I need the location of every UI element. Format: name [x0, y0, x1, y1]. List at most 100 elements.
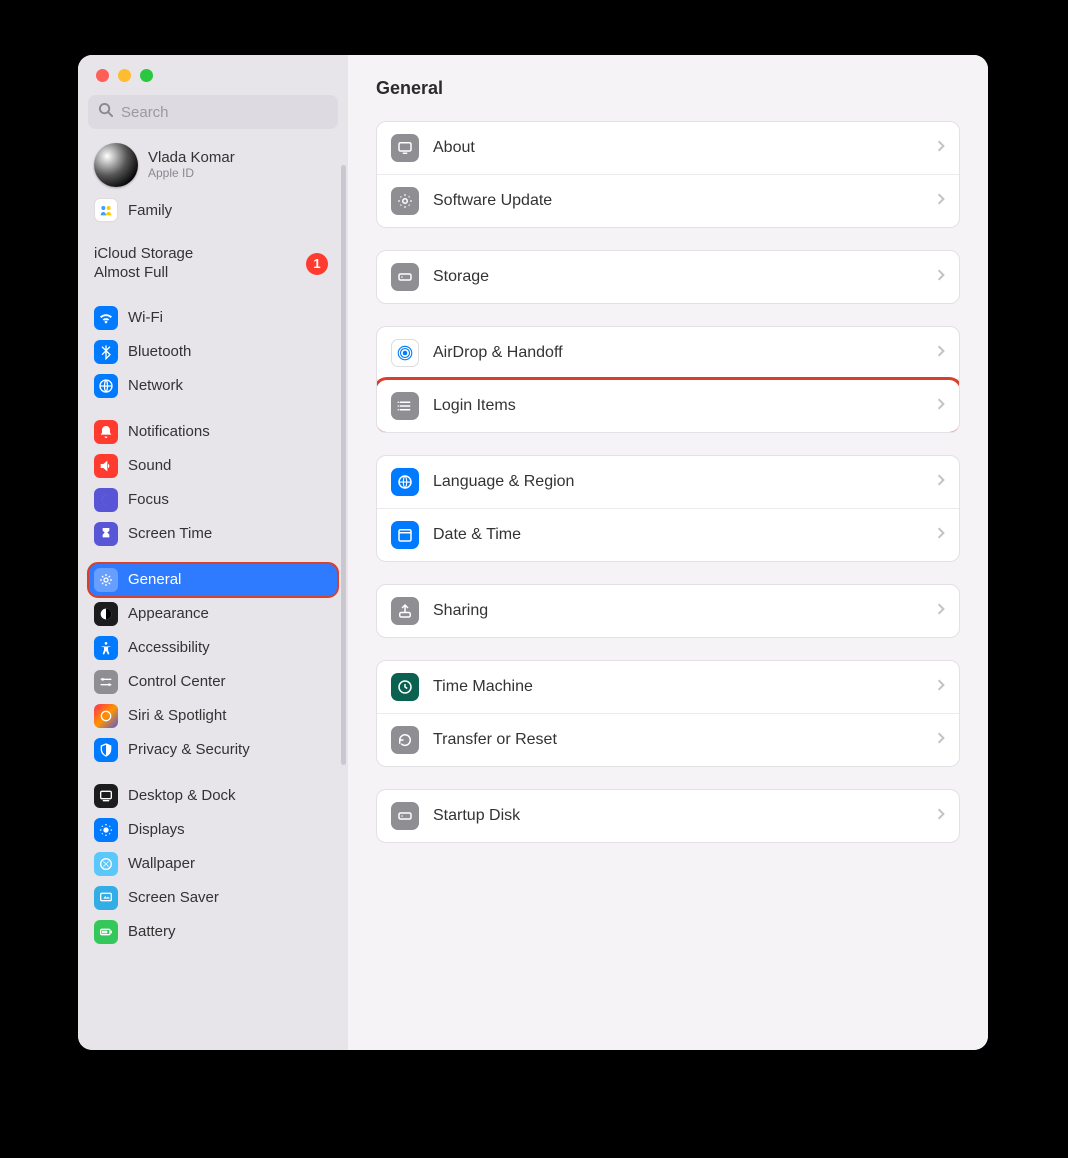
row-about[interactable]: About: [377, 122, 959, 174]
focus-icon: [94, 488, 118, 512]
search-field[interactable]: [88, 95, 338, 129]
settings-group: Sharing: [376, 584, 960, 638]
row-storage[interactable]: Storage: [377, 251, 959, 303]
settings-window: Vlada Komar Apple ID Family iCloud Stora…: [78, 55, 988, 1050]
airdrop-icon: [391, 339, 419, 367]
chevron-right-icon: [937, 731, 945, 750]
sidebar-item-accessibility[interactable]: Accessibility: [88, 631, 338, 665]
settings-group: About Software Update: [376, 121, 960, 228]
sidebar-item-appearance[interactable]: Appearance: [88, 597, 338, 631]
bluetooth-icon: [94, 340, 118, 364]
row-label: Time Machine: [433, 678, 923, 696]
sidebar-item-wifi[interactable]: Wi-Fi: [88, 301, 338, 335]
account-name: Vlada Komar: [148, 150, 235, 167]
sidebar-item-label: Network: [128, 377, 183, 394]
search-icon: [98, 102, 113, 122]
row-label: Storage: [433, 268, 923, 286]
chevron-right-icon: [937, 473, 945, 492]
window-controls: [78, 55, 348, 95]
chevron-right-icon: [937, 344, 945, 363]
search-input[interactable]: [119, 103, 328, 122]
page-title: General: [376, 78, 443, 99]
chevron-right-icon: [937, 678, 945, 697]
storage-alert-line2: Almost Full: [94, 264, 193, 283]
sidebar-item-privacy-security[interactable]: Privacy & Security: [88, 733, 338, 767]
general-icon: [94, 568, 118, 592]
screen-saver-icon: [94, 886, 118, 910]
sidebar-item-screen-saver[interactable]: Screen Saver: [88, 881, 338, 915]
sidebar-item-label: Accessibility: [128, 639, 210, 656]
sidebar-item-label: Wallpaper: [128, 855, 195, 872]
privacy-icon: [94, 738, 118, 762]
row-airdrop-handoff[interactable]: AirDrop & Handoff: [377, 327, 959, 379]
sidebar-item-label: Battery: [128, 923, 176, 940]
time-machine-icon: [391, 673, 419, 701]
wifi-icon: [94, 306, 118, 330]
sound-icon: [94, 454, 118, 478]
startup-disk-icon: [391, 802, 419, 830]
row-login-items[interactable]: Login Items: [377, 379, 959, 432]
settings-group: AirDrop & Handoff Login Items: [376, 326, 960, 433]
sidebar-item-icloud-storage-alert[interactable]: iCloud Storage Almost Full 1: [88, 239, 338, 289]
settings-group: Time Machine Transfer or Reset: [376, 660, 960, 767]
sidebar-item-sound[interactable]: Sound: [88, 449, 338, 483]
row-transfer-reset[interactable]: Transfer or Reset: [377, 713, 959, 766]
sidebar-item-wallpaper[interactable]: Wallpaper: [88, 847, 338, 881]
row-label: Startup Disk: [433, 807, 923, 825]
control-center-icon: [94, 670, 118, 694]
sidebar-item-desktop-dock[interactable]: Desktop & Dock: [88, 779, 338, 813]
language-region-icon: [391, 468, 419, 496]
sidebar-item-label: Desktop & Dock: [128, 787, 236, 804]
notifications-icon: [94, 420, 118, 444]
chevron-right-icon: [937, 192, 945, 211]
sidebar-item-control-center[interactable]: Control Center: [88, 665, 338, 699]
row-language-region[interactable]: Language & Region: [377, 456, 959, 508]
row-software-update[interactable]: Software Update: [377, 174, 959, 227]
row-date-time[interactable]: Date & Time: [377, 508, 959, 561]
sidebar-item-label: Wi-Fi: [128, 309, 163, 326]
sidebar-scrollbar[interactable]: [341, 165, 346, 765]
transfer-reset-icon: [391, 726, 419, 754]
row-sharing[interactable]: Sharing: [377, 585, 959, 637]
sidebar-item-label: Displays: [128, 821, 185, 838]
sidebar-item-label: Appearance: [128, 605, 209, 622]
sidebar-item-bluetooth[interactable]: Bluetooth: [88, 335, 338, 369]
row-label: Date & Time: [433, 526, 923, 544]
chevron-right-icon: [937, 602, 945, 621]
sidebar-item-family[interactable]: Family: [88, 193, 338, 227]
row-label: Software Update: [433, 192, 923, 210]
minimize-button[interactable]: [118, 69, 131, 82]
sidebar-item-general[interactable]: General: [88, 563, 338, 597]
avatar: [94, 143, 138, 187]
row-label: AirDrop & Handoff: [433, 344, 923, 362]
network-icon: [94, 374, 118, 398]
sidebar-item-notifications[interactable]: Notifications: [88, 415, 338, 449]
screen-time-icon: [94, 522, 118, 546]
sidebar-item-apple-id[interactable]: Vlada Komar Apple ID: [88, 137, 338, 193]
sidebar-item-displays[interactable]: Displays: [88, 813, 338, 847]
chevron-right-icon: [937, 397, 945, 416]
alert-badge: 1: [306, 253, 328, 275]
chevron-right-icon: [937, 807, 945, 826]
sidebar-scroll[interactable]: Vlada Komar Apple ID Family iCloud Stora…: [78, 137, 348, 1050]
about-icon: [391, 134, 419, 162]
sidebar-item-label: Screen Time: [128, 525, 212, 542]
sidebar-item-focus[interactable]: Focus: [88, 483, 338, 517]
zoom-button[interactable]: [140, 69, 153, 82]
chevron-right-icon: [937, 526, 945, 545]
sidebar-item-network[interactable]: Network: [88, 369, 338, 403]
storage-icon: [391, 263, 419, 291]
storage-alert-line1: iCloud Storage: [94, 245, 193, 264]
settings-group: Storage: [376, 250, 960, 304]
sidebar-item-battery[interactable]: Battery: [88, 915, 338, 949]
row-label: Sharing: [433, 602, 923, 620]
row-time-machine[interactable]: Time Machine: [377, 661, 959, 713]
sidebar-item-screen-time[interactable]: Screen Time: [88, 517, 338, 551]
row-label: Login Items: [433, 397, 923, 415]
row-startup-disk[interactable]: Startup Disk: [377, 790, 959, 842]
sharing-icon: [391, 597, 419, 625]
chevron-right-icon: [937, 268, 945, 287]
sidebar-item-label: General: [128, 571, 181, 588]
close-button[interactable]: [96, 69, 109, 82]
sidebar-item-siri-spotlight[interactable]: Siri & Spotlight: [88, 699, 338, 733]
